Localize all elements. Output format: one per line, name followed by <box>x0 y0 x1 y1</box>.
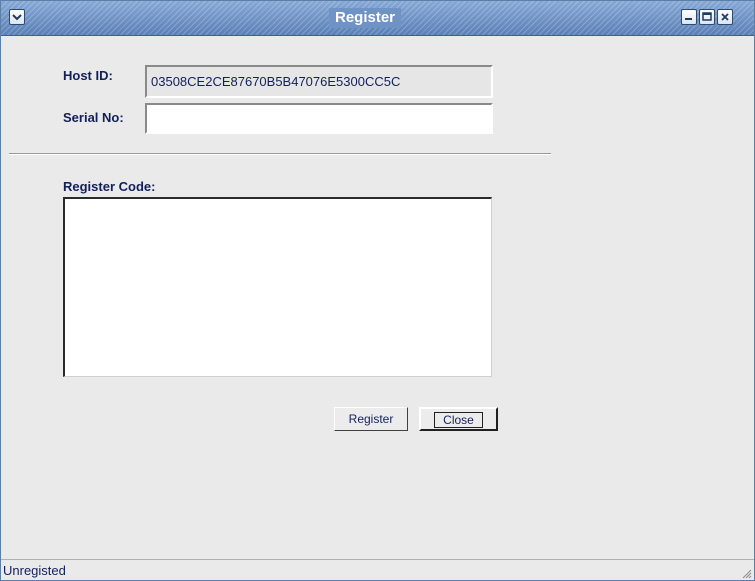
title-bar[interactable]: Register <box>1 1 754 36</box>
window-menu-button[interactable] <box>9 9 25 25</box>
host-id-label: Host ID: <box>63 68 113 83</box>
maximize-icon <box>702 12 712 21</box>
maximize-button[interactable] <box>699 9 715 25</box>
status-text: Unregisted <box>3 563 66 578</box>
separator <box>9 153 551 155</box>
minimize-button[interactable] <box>681 9 697 25</box>
host-id-value: 03508CE2CE87670B5B47076E5300CC5C <box>151 74 401 89</box>
status-bar: Unregisted <box>1 559 754 580</box>
close-button[interactable]: Close <box>419 407 498 431</box>
host-id-field[interactable]: 03508CE2CE87670B5B47076E5300CC5C <box>145 65 493 98</box>
register-button[interactable]: Register <box>334 407 408 431</box>
close-window-button[interactable] <box>717 9 733 25</box>
register-code-label: Register Code: <box>63 179 156 194</box>
resize-grip-icon[interactable] <box>740 567 752 579</box>
register-window: Register Host ID: 03508CE2CE87670B5B4707… <box>0 0 755 581</box>
window-title: Register <box>329 8 402 28</box>
register-button-label: Register <box>348 412 394 426</box>
serial-no-label: Serial No: <box>63 110 124 125</box>
register-code-textarea[interactable] <box>63 197 492 377</box>
minimize-icon <box>685 18 692 20</box>
close-button-label: Close <box>434 412 483 428</box>
close-icon <box>721 13 729 21</box>
serial-no-field[interactable] <box>145 103 493 134</box>
chevron-down-icon <box>12 14 22 21</box>
